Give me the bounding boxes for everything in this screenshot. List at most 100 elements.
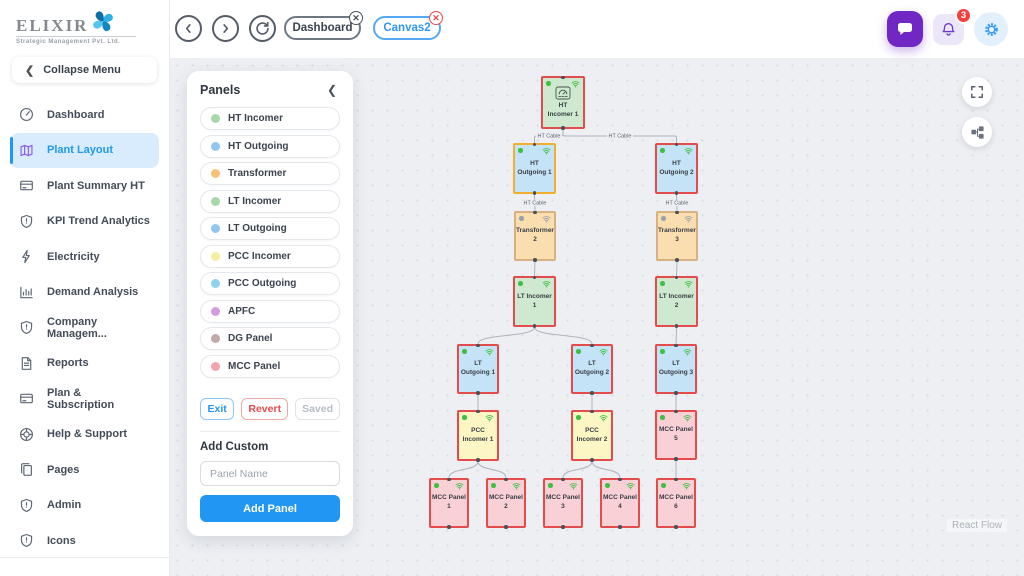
edge-handle-top xyxy=(590,410,594,414)
wifi-icon xyxy=(542,147,551,155)
react-flow-attribution[interactable]: React Flow xyxy=(947,519,1007,532)
flow-node-mcc-panel-5[interactable]: MCC Panel5 xyxy=(655,410,697,460)
status-dot xyxy=(660,349,665,354)
sidebar-item-electricity[interactable]: Electricity xyxy=(10,239,159,275)
flow-node-mcc-panel-2[interactable]: MCC Panel2 xyxy=(486,478,526,528)
auto-layout-button[interactable] xyxy=(962,117,992,147)
settings-button[interactable] xyxy=(974,12,1008,46)
node-label-line: HT xyxy=(659,160,693,169)
tab-dashboard[interactable]: Dashboard ✕ xyxy=(284,16,361,40)
sidebar-item-plant-layout[interactable]: Plant Layout xyxy=(10,133,159,169)
node-label-line: Incomer 2 xyxy=(577,436,608,445)
sidebar-item-pages[interactable]: Pages xyxy=(10,452,159,488)
sidebar-item-dashboard[interactable]: Dashboard xyxy=(10,97,159,133)
flow-node-ht-outgoing-2[interactable]: HTOutgoing 2 xyxy=(655,143,698,194)
sidebar-item-plant-summary-ht[interactable]: Plant Summary HT xyxy=(10,168,159,204)
palette-item-mcc-panel[interactable]: MCC Panel xyxy=(200,355,340,378)
edge-handle-top xyxy=(476,344,480,348)
sidebar-item-admin[interactable]: Admin xyxy=(10,488,159,524)
wifi-icon xyxy=(683,348,692,356)
edge-handle-bottom xyxy=(590,391,594,395)
close-icon[interactable]: ✕ xyxy=(349,11,363,25)
status-dot xyxy=(519,216,524,221)
flow-node-pcc-incomer-1[interactable]: PCCIncomer 1 xyxy=(457,410,499,461)
collapse-menu-label: Collapse Menu xyxy=(43,64,121,76)
status-dot xyxy=(660,148,665,153)
add-panel-button[interactable]: Add Panel xyxy=(200,495,340,522)
chevron-right-icon xyxy=(220,23,231,34)
flow-node-ht-outgoing-1[interactable]: HTOutgoing 1 xyxy=(513,143,556,194)
fit-view-button[interactable] xyxy=(962,77,992,107)
palette-item-apfc[interactable]: APFC xyxy=(200,300,340,323)
palette-item-pcc-incomer[interactable]: PCC Incomer xyxy=(200,245,340,268)
palette-item-dg-panel[interactable]: DG Panel xyxy=(200,327,340,350)
sidebar-item-demand-analysis[interactable]: Demand Analysis xyxy=(10,275,159,311)
flow-node-transformer-3[interactable]: Transformer3 xyxy=(656,211,698,261)
buoy-icon xyxy=(19,427,34,442)
palette-item-ht-outgoing[interactable]: HT Outgoing xyxy=(200,135,340,158)
node-label: MCC Panel3 xyxy=(546,494,580,512)
flow-node-mcc-panel-4[interactable]: MCC Panel4 xyxy=(600,478,640,528)
sidebar-item-label: Help & Support xyxy=(47,428,127,440)
flow-node-mcc-panel-1[interactable]: MCC Panel1 xyxy=(429,478,469,528)
close-icon[interactable]: ✕ xyxy=(429,11,443,25)
palette-item-label: MCC Panel xyxy=(228,361,280,372)
color-dot xyxy=(211,362,220,371)
palette-item-lt-outgoing[interactable]: LT Outgoing xyxy=(200,217,340,240)
palette-item-lt-incomer[interactable]: LT Incomer xyxy=(200,190,340,213)
flow-node-ht-incomer-1[interactable]: HTIncomer 1 xyxy=(541,76,585,129)
node-label-line: HT xyxy=(548,102,579,111)
edge-handle-top xyxy=(533,211,537,215)
tab-canvas2-label: Canvas2 xyxy=(383,22,430,34)
sidebar-item-help-support[interactable]: Help & Support xyxy=(10,417,159,453)
sidebar-item-plan-subscription[interactable]: Plan & Subscription xyxy=(10,381,159,417)
panel-name-input[interactable] xyxy=(200,461,340,486)
flow-node-pcc-incomer-2[interactable]: PCCIncomer 2 xyxy=(571,410,613,461)
palette-item-label: LT Incomer xyxy=(228,196,281,207)
exit-button[interactable]: Exit xyxy=(200,398,234,420)
node-label-line: 3 xyxy=(546,503,580,512)
chat-button[interactable] xyxy=(887,11,923,47)
flow-node-lt-incomer-2[interactable]: LT Incomer2 xyxy=(655,276,698,327)
flow-node-lt-incomer-1[interactable]: LT Incomer1 xyxy=(513,276,556,327)
node-label-line: LT xyxy=(461,360,495,369)
flow-node-lt-outgoing-2[interactable]: LTOutgoing 2 xyxy=(571,344,613,394)
flow-node-lt-outgoing-1[interactable]: LTOutgoing 1 xyxy=(457,344,499,394)
sidebar-item-label: Electricity xyxy=(47,251,100,263)
divider xyxy=(200,431,340,432)
sidebar-item-label: Plant Summary HT xyxy=(47,180,145,192)
wifi-icon xyxy=(455,482,464,490)
forward-button[interactable] xyxy=(212,15,239,42)
chevron-left-icon xyxy=(183,23,194,34)
revert-button[interactable]: Revert xyxy=(241,398,288,420)
sidebar-item-company-managem[interactable]: Company Managem... xyxy=(10,310,159,346)
gauge-icon xyxy=(19,107,34,122)
sidebar-item-reports[interactable]: Reports xyxy=(10,346,159,382)
palette-item-transformer[interactable]: Transformer xyxy=(200,162,340,185)
flow-node-transformer-2[interactable]: Transformer2 xyxy=(514,211,556,261)
saved-button[interactable]: Saved xyxy=(295,398,340,420)
back-button[interactable] xyxy=(175,15,202,42)
node-label-line: MCC Panel xyxy=(659,426,693,435)
node-label-line: MCC Panel xyxy=(659,494,693,503)
flow-node-mcc-panel-6[interactable]: MCC Panel6 xyxy=(656,478,696,528)
edge-handle-top xyxy=(447,478,451,482)
flow-node-lt-outgoing-3[interactable]: LTOutgoing 3 xyxy=(655,344,697,394)
shield-icon xyxy=(19,214,34,229)
sidebar: ELIXIR Strategic Management Pvt. Ltd. ❮ … xyxy=(0,0,170,576)
flow-node-mcc-panel-3[interactable]: MCC Panel3 xyxy=(543,478,583,528)
collapse-menu-button[interactable]: ❮ Collapse Menu xyxy=(12,57,157,83)
status-dot xyxy=(661,483,666,488)
refresh-button[interactable] xyxy=(249,15,276,42)
palette-item-pcc-outgoing[interactable]: PCC Outgoing xyxy=(200,272,340,295)
chevron-left-icon[interactable]: ❮ xyxy=(324,83,340,97)
sidebar-item-kpi-trend-analytics[interactable]: KPI Trend Analytics xyxy=(10,204,159,240)
sidebar-item-icons[interactable]: Icons xyxy=(10,523,159,559)
color-dot xyxy=(211,197,220,206)
tab-canvas2[interactable]: Canvas2 ✕ xyxy=(373,16,441,40)
node-label: PCCIncomer 2 xyxy=(577,427,608,445)
palette-item-ht-incomer[interactable]: HT Incomer xyxy=(200,107,340,130)
flow-canvas[interactable]: HT CableHT CableHT CableHT Cable HTIncom… xyxy=(170,58,1024,576)
notifications-button[interactable]: 3 xyxy=(933,14,964,45)
status-dot xyxy=(462,349,467,354)
